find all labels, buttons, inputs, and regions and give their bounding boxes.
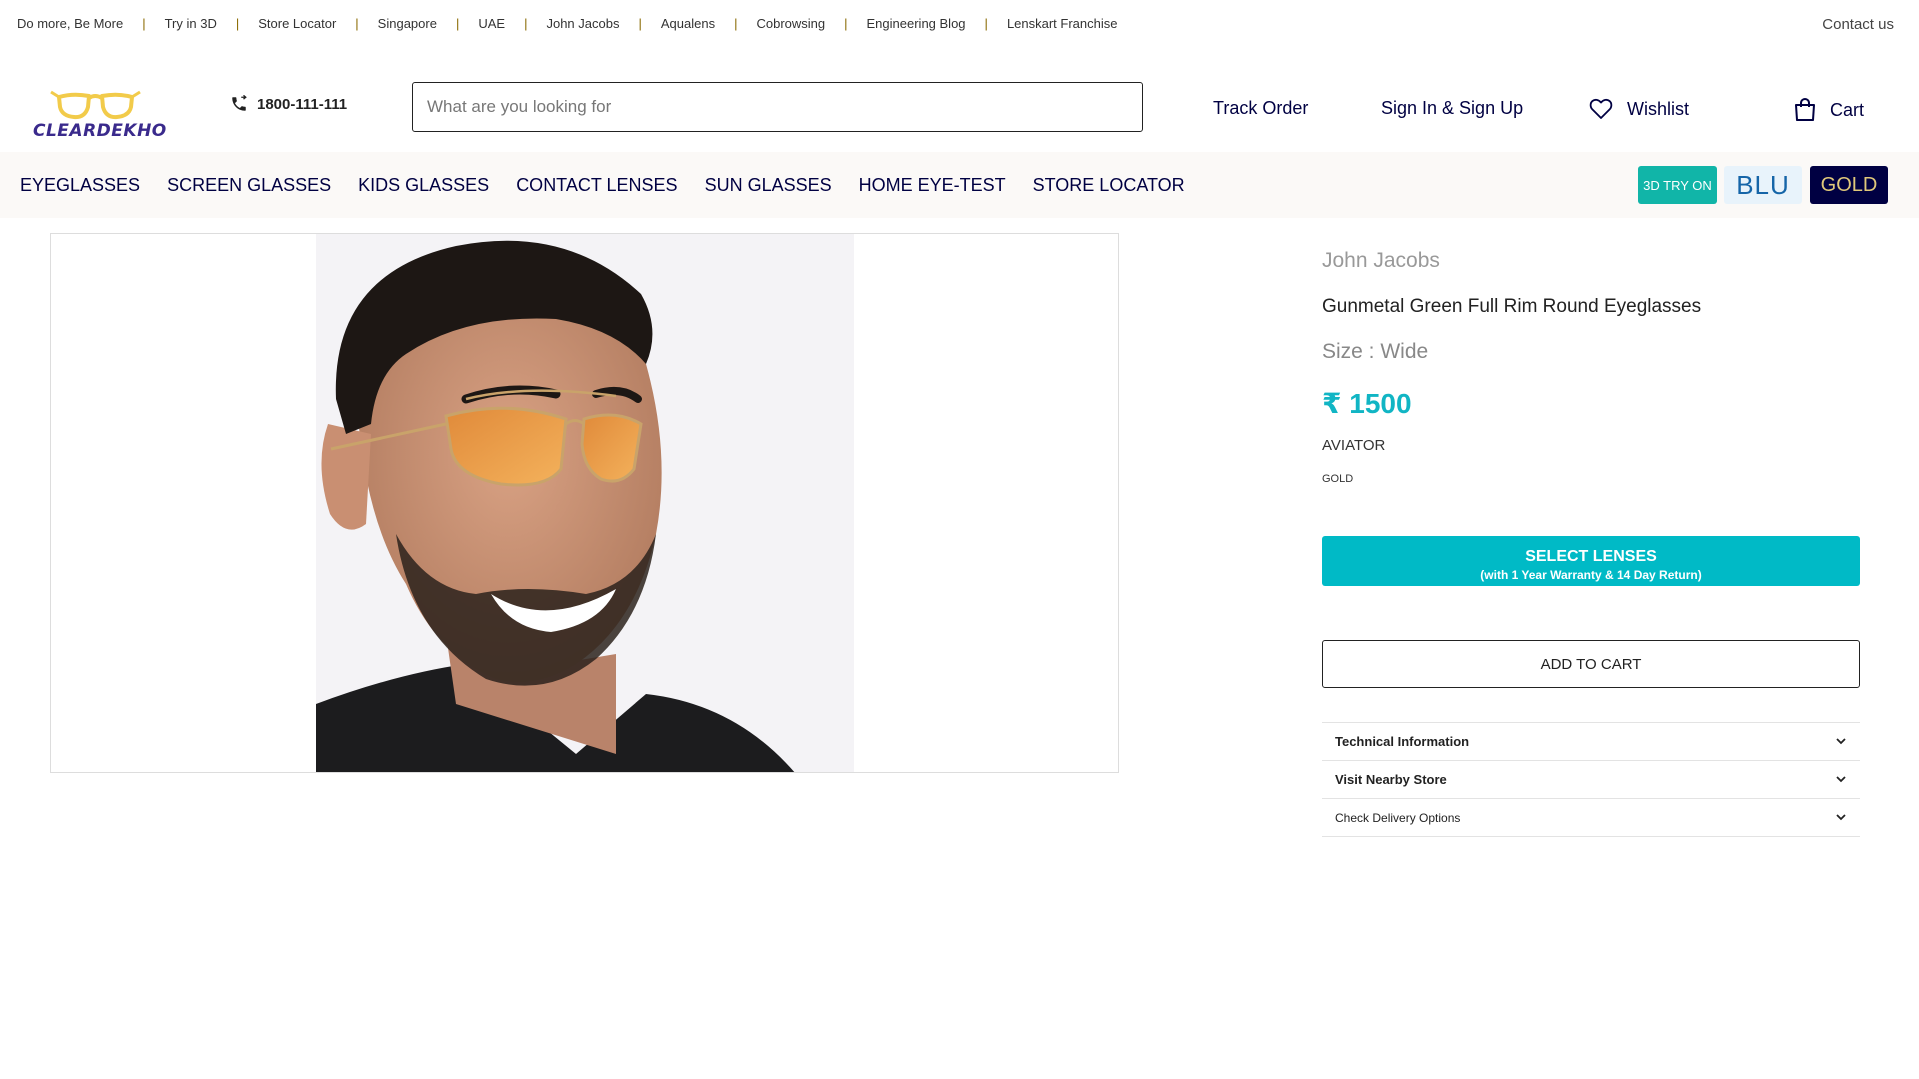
link-separator: | xyxy=(355,16,359,31)
shopping-bag-icon xyxy=(1795,98,1815,121)
product-size: Size : Wide xyxy=(1322,340,1429,363)
product-title: Gunmetal Green Full Rim Round Eyeglasses xyxy=(1322,296,1702,317)
wishlist-label: Wishlist xyxy=(1627,98,1689,119)
chevron-down-icon xyxy=(1836,738,1846,745)
phone-number-text: 1800-111-111 xyxy=(257,95,348,113)
add-to-cart-button[interactable]: ADD TO CART xyxy=(1322,640,1860,688)
logo-wordmark: CLEARDEKHO xyxy=(33,121,167,141)
product-brand: John Jacobs xyxy=(1322,249,1440,272)
link-separator: | xyxy=(524,16,528,31)
nav-sun-glasses[interactable]: SUN GLASSES xyxy=(705,175,832,196)
link-separator: | xyxy=(455,16,460,31)
cleardekho-logo[interactable]: CLEARDEKHO xyxy=(33,85,167,143)
track-order-link[interactable]: Track Order xyxy=(1213,98,1308,119)
select-lenses-button[interactable]: SELECT LENSES (with 1 Year Warranty & 14… xyxy=(1322,536,1860,586)
top-link-try-3d[interactable]: Try in 3D xyxy=(165,16,217,31)
top-link-john-jacobs[interactable]: John Jacobs xyxy=(546,16,619,31)
link-separator: | xyxy=(844,16,848,31)
phone-icon xyxy=(232,95,247,111)
top-link-uae[interactable]: UAE xyxy=(478,16,505,31)
3d-try-on-badge[interactable]: 3D TRY ON xyxy=(1638,166,1717,204)
top-link-singapore[interactable]: Singapore xyxy=(378,16,437,31)
search-box[interactable] xyxy=(412,82,1143,132)
accordion-label: Check Delivery Options xyxy=(1335,810,1461,825)
frame-shape: AVIATOR xyxy=(1322,437,1386,454)
wishlist-link[interactable]: Wishlist xyxy=(1589,98,1689,120)
model-wearing-sunglasses-image xyxy=(316,234,854,772)
blu-badge[interactable]: BLU xyxy=(1724,166,1802,204)
nav-eyeglasses[interactable]: EYEGLASSES xyxy=(20,175,140,196)
product-details-accordion: Technical Information Visit Nearby Store… xyxy=(1322,722,1860,837)
top-links: Do more, Be More | Try in 3D | Store Loc… xyxy=(17,16,1118,31)
top-utility-bar: Do more, Be More | Try in 3D | Store Loc… xyxy=(0,0,1919,48)
accordion-check-delivery-options[interactable]: Check Delivery Options xyxy=(1322,799,1860,837)
nav-kids-glasses[interactable]: KIDS GLASSES xyxy=(358,175,489,196)
top-link-lenskart-franchise[interactable]: Lenskart Franchise xyxy=(1007,16,1118,31)
link-separator: | xyxy=(142,16,146,31)
cart-label: Cart xyxy=(1830,99,1865,120)
search-input[interactable] xyxy=(413,83,1142,131)
contact-us-link[interactable]: Contact us xyxy=(1822,16,1894,33)
top-link-aqualens[interactable]: Aqualens xyxy=(661,16,715,31)
nav-contact-lenses[interactable]: CONTACT LENSES xyxy=(516,175,677,196)
nav-items: EYEGLASSES SCREEN GLASSES KIDS GLASSES C… xyxy=(20,175,1212,196)
link-separator: | xyxy=(638,16,642,31)
accordion-label: Visit Nearby Store xyxy=(1335,772,1447,787)
nav-home-eye-test[interactable]: HOME EYE-TEST xyxy=(859,175,1006,196)
heart-icon xyxy=(1589,98,1613,119)
phone-number[interactable]: 1800-111-111 xyxy=(230,95,347,113)
top-link-store-locator[interactable]: Store Locator xyxy=(258,16,336,31)
product-gallery[interactable] xyxy=(50,233,1119,773)
gold-badge[interactable]: GOLD xyxy=(1810,166,1888,204)
top-link-engineering-blog[interactable]: Engineering Blog xyxy=(867,16,966,31)
glasses-logo-icon xyxy=(50,90,141,120)
sign-in-label: Sign In & Sign Up xyxy=(1381,98,1524,118)
frame-color: GOLD xyxy=(1322,473,1354,485)
select-lenses-sublabel: (with 1 Year Warranty & 14 Day Return) xyxy=(1480,568,1702,582)
track-order-label: Track Order xyxy=(1213,98,1309,118)
link-separator: | xyxy=(734,16,738,31)
select-lenses-label: SELECT LENSES xyxy=(1525,548,1657,565)
accordion-label: Technical Information xyxy=(1335,734,1470,749)
top-link-cobrowsing[interactable]: Cobrowsing xyxy=(756,16,825,31)
chevron-down-icon xyxy=(1836,814,1846,821)
top-link-do-more[interactable]: Do more, Be More xyxy=(17,16,123,31)
sign-in-link[interactable]: Sign In & Sign Up xyxy=(1381,98,1523,119)
accordion-visit-nearby-store[interactable]: Visit Nearby Store xyxy=(1322,761,1860,799)
accordion-technical-information[interactable]: Technical Information xyxy=(1322,723,1860,761)
cart-link[interactable]: Cart xyxy=(1794,98,1864,122)
nav-store-locator[interactable]: STORE LOCATOR xyxy=(1033,175,1185,196)
main-header: CLEARDEKHO 1800-111-111 Track Order Sign… xyxy=(0,48,1919,152)
category-nav: EYEGLASSES SCREEN GLASSES KIDS GLASSES C… xyxy=(0,152,1919,218)
chevron-down-icon xyxy=(1836,776,1846,783)
link-separator: | xyxy=(984,16,988,31)
nav-screen-glasses[interactable]: SCREEN GLASSES xyxy=(167,175,331,196)
link-separator: | xyxy=(235,16,240,31)
product-price: ₹ 1500 xyxy=(1322,388,1412,419)
product-model-photo xyxy=(316,234,854,772)
